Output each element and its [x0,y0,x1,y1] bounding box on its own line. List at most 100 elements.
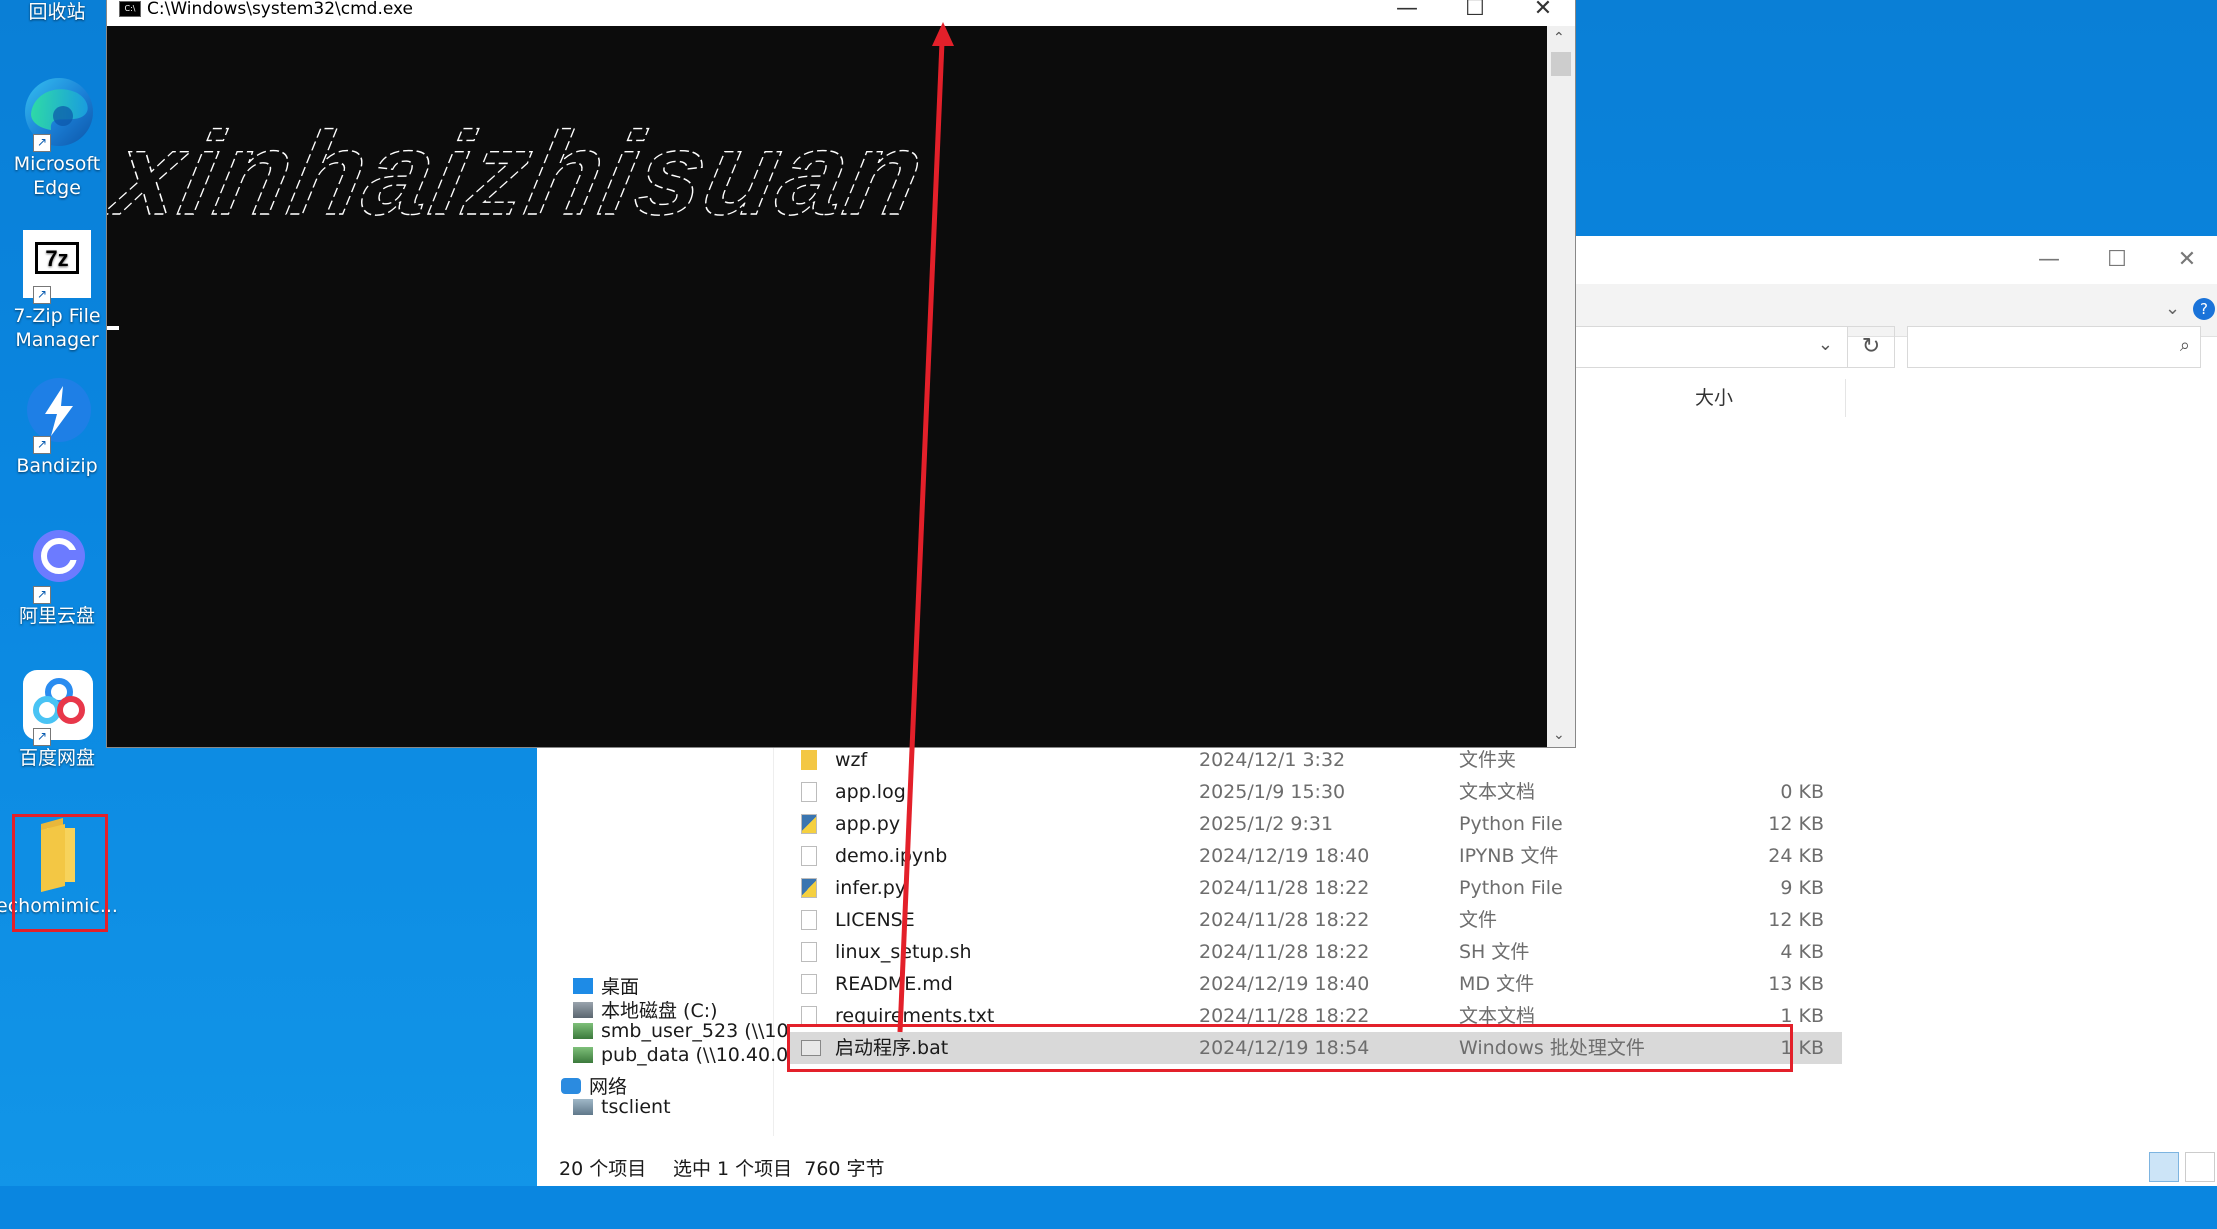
column-header-size[interactable]: 大小 [1685,379,1846,417]
search-input[interactable]: ⌕ [1907,326,2201,368]
file-row[interactable]: infer.py 2024/11/28 18:22 Python File 9 … [787,872,1842,904]
nav-item-label: 网络 [589,1076,628,1098]
folder-icon [801,750,817,770]
cmd-title: C:\Windows\system32\cmd.exe [147,0,414,19]
file-row[interactable]: app.py 2025/1/2 9:31 Python File 12 KB [787,808,1842,840]
console-output[interactable]: xinhaizhisuan [107,26,1547,747]
nav-item-pub-data[interactable]: pub_data (\\10.40.0 [573,1044,788,1066]
desktop-icon-label: 回收站 [28,1,86,23]
file-date: 2024/12/19 18:40 [1199,973,1370,995]
aliyun-drive-icon: ↗ [19,526,95,604]
nav-item-network[interactable]: 网络 [561,1072,627,1099]
desktop-icon-edge[interactable]: ↗ Microsoft Edge [4,74,110,200]
file-type: 文件夹 [1459,749,1517,771]
file-row[interactable]: README.md 2024/12/19 18:40 MD 文件 13 KB [787,968,1842,1000]
file-date: 2024/11/28 18:22 [1199,909,1370,931]
file-date: 2025/1/9 15:30 [1199,781,1346,803]
baidu-netdisk-icon: ↗ [19,668,95,746]
refresh-button[interactable]: ↻ [1847,326,1895,368]
file-size: 0 KB [1780,781,1824,803]
desktop-icons: 回收站 ↗ Microsoft Edge 7z ↗ 7-Zip File Man… [0,0,118,1229]
nav-item-local-disk[interactable]: 本地磁盘 (C:) [573,996,718,1023]
navigation-pane: 桌面 本地磁盘 (C:) smb_user_523 (\\10 pub_data… [537,736,789,1136]
ascii-banner-art: xinhaizhisuan [107,107,927,240]
file-date: 2024/12/19 18:40 [1199,845,1370,867]
shortcut-arrow-icon: ↗ [33,134,51,152]
text-file-icon [801,782,817,802]
python-file-icon [801,878,817,898]
file-size: 9 KB [1780,877,1824,899]
scroll-up-icon[interactable]: ⌃ [1553,30,1565,46]
bandizip-icon: ↗ [19,376,95,454]
file-type: Python File [1459,813,1563,835]
file-type: 文本文档 [1459,781,1536,803]
file-row[interactable]: wzf 2024/12/1 3:32 文件夹 [787,744,1842,776]
nav-item-smb-user[interactable]: smb_user_523 (\\10 [573,1020,789,1042]
desktop-icon-label: Microsoft Edge [13,153,101,199]
desktop-folder-icon [573,977,593,994]
cmd-close-button[interactable]: ✕ [1513,0,1573,27]
file-name: linux_setup.sh [835,941,972,963]
nav-item-tsclient[interactable]: tsclient [573,1096,671,1118]
file-date: 2024/11/28 18:22 [1199,877,1370,899]
cmd-scrollbar[interactable]: ⌃ ⌄ [1547,26,1575,747]
scroll-thumb[interactable] [1551,52,1571,76]
desktop-icon-label: Bandizip [16,455,98,477]
desktop-icon-aliyun[interactable]: ↗ 阿里云盘 [4,526,110,628]
file-name: wzf [835,749,868,771]
ribbon-expand-chevron-icon[interactable]: ⌄ [2165,298,2180,319]
details-view-icon[interactable] [2149,1152,2179,1182]
7zip-icon: 7z ↗ [19,226,95,304]
desktop-icon-baidu[interactable]: ↗ 百度网盘 [4,668,110,770]
file-type: MD 文件 [1459,973,1535,995]
nav-item-label: 本地磁盘 (C:) [601,1000,718,1022]
file-date: 2024/12/1 3:32 [1199,749,1346,771]
nav-item-label: smb_user_523 (\\10 [601,1020,789,1042]
large-icons-view-icon[interactable] [2185,1152,2215,1182]
svg-text:7z: 7z [45,246,68,271]
file-size: 24 KB [1768,845,1824,867]
file-type: SH 文件 [1459,941,1530,963]
cmd-titlebar[interactable]: C:\ C:\Windows\system32\cmd.exe — ☐ ✕ [107,0,1575,26]
address-dropdown-chevron-icon[interactable]: ⌄ [1818,334,1833,355]
close-button[interactable]: ✕ [2157,242,2217,278]
cmd-minimize-button[interactable]: — [1377,0,1437,27]
file-size: 4 KB [1780,941,1824,963]
network-icon [561,1077,581,1094]
edge-icon: ↗ [19,74,95,152]
drive-icon [573,1001,593,1018]
network-drive-icon [573,1047,593,1063]
cmd-window[interactable]: C:\ C:\Windows\system32\cmd.exe — ☐ ✕ xi… [106,0,1576,748]
nav-item-label: tsclient [601,1096,671,1118]
file-row[interactable]: linux_setup.sh 2024/11/28 18:22 SH 文件 4 … [787,936,1842,968]
status-bar: 20 个项目 选中 1 个项目 760 字节 [537,1148,2217,1184]
desktop-icon-bandizip[interactable]: ↗ Bandizip [4,376,110,478]
minimize-button[interactable]: — [2019,242,2079,278]
desktop-icon-7zip[interactable]: 7z ↗ 7-Zip File Manager [4,226,110,352]
file-row[interactable]: LICENSE 2024/11/28 18:22 文件 12 KB [787,904,1842,936]
file-row[interactable]: app.log 2025/1/9 15:30 文本文档 0 KB [787,776,1842,808]
nav-item-label: pub_data (\\10.40.0 [601,1044,789,1066]
file-icon [801,846,817,866]
file-name: app.py [835,813,901,835]
ascii-banner-text: xinhaizhisuan [107,108,927,240]
scroll-down-icon[interactable]: ⌄ [1553,727,1565,743]
file-size: 13 KB [1768,973,1824,995]
maximize-button[interactable]: ☐ [2087,242,2147,278]
file-name: LICENSE [835,909,915,931]
shortcut-arrow-icon: ↗ [33,586,51,604]
file-name: demo.ipynb [835,845,948,867]
file-type: 文件 [1459,909,1498,931]
help-icon[interactable]: ? [2193,298,2215,320]
desktop-icon-recycle-bin[interactable]: 回收站 [4,0,110,24]
file-date: 2025/1/2 9:31 [1199,813,1334,835]
nav-item-desktop[interactable]: 桌面 [573,972,639,999]
desktop-icon-label: 百度网盘 [18,747,95,769]
nav-item-label: 桌面 [601,976,640,998]
computer-icon [573,1099,593,1115]
file-row[interactable]: demo.ipynb 2024/12/19 18:40 IPYNB 文件 24 … [787,840,1842,872]
cmd-app-icon: C:\ [119,1,141,17]
shortcut-arrow-icon: ↗ [33,728,51,746]
console-cursor [107,326,119,330]
cmd-maximize-button[interactable]: ☐ [1445,0,1505,27]
